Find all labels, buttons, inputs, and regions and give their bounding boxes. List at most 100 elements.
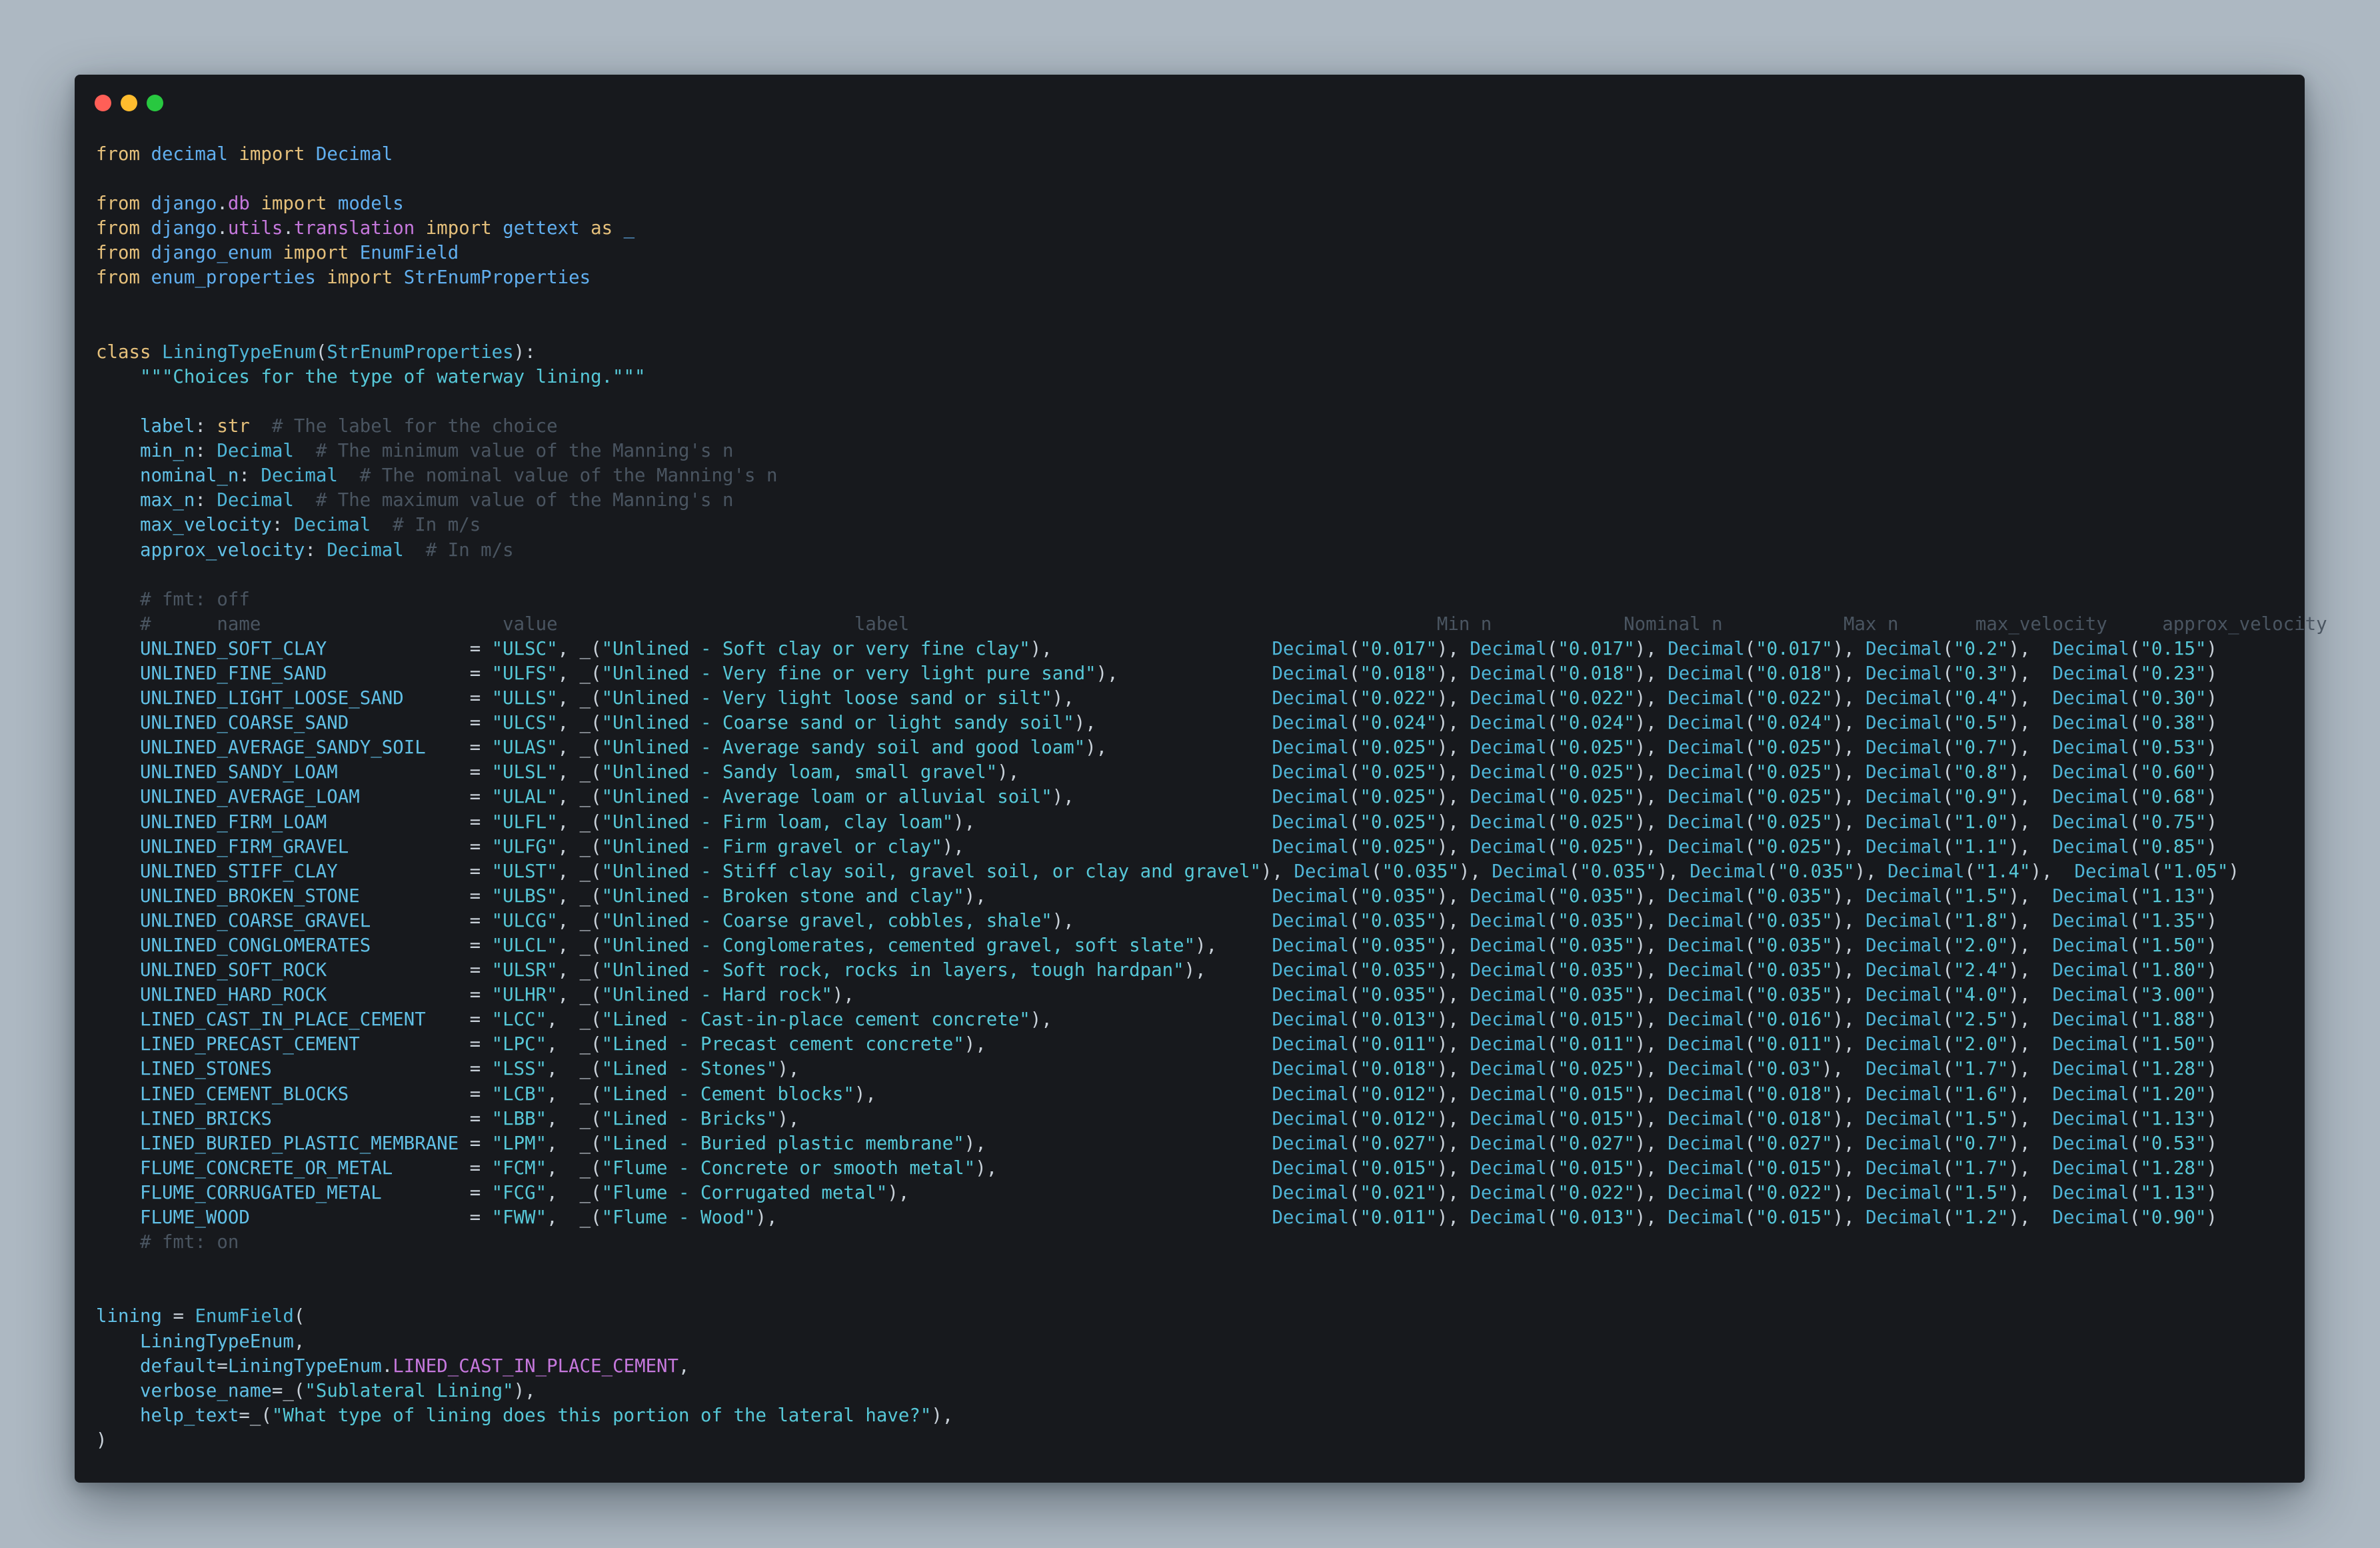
code-token: UNLINED_SOFT_ROCK bbox=[96, 960, 327, 981]
code-token: ( bbox=[1546, 762, 1558, 783]
code-token: = bbox=[337, 762, 492, 783]
code-line: LINED_PRECAST_CEMENT = "LPC", _("Lined -… bbox=[96, 1032, 2327, 1057]
code-token: "0.022" bbox=[1756, 1182, 1833, 1203]
code-token: : bbox=[195, 441, 217, 462]
window-minimize-button[interactable] bbox=[121, 95, 137, 111]
code-token: ), bbox=[2008, 1108, 2053, 1129]
code-token: Decimal bbox=[1668, 762, 1745, 783]
code-token: ) bbox=[2206, 885, 2217, 907]
code-token: : bbox=[195, 490, 217, 511]
code-token: import bbox=[249, 193, 338, 215]
code-token: ( bbox=[1744, 836, 1756, 857]
code-token: "LPM" bbox=[491, 1133, 547, 1154]
code-token: gettext bbox=[503, 218, 580, 239]
code-token: "0.53" bbox=[2140, 737, 2207, 759]
code-token: "0.015" bbox=[1756, 1157, 1833, 1179]
code-token: ( bbox=[1744, 663, 1756, 684]
code-token: ( bbox=[1942, 1083, 1954, 1105]
code-token: ( bbox=[1942, 787, 1954, 808]
code-token: ), bbox=[2008, 663, 2053, 684]
code-token: Decimal bbox=[1668, 985, 1745, 1006]
code-token: ( bbox=[1546, 985, 1558, 1006]
code-token: LiningTypeEnum bbox=[96, 1331, 294, 1352]
code-token: ( bbox=[1546, 1034, 1558, 1055]
code-token: # The maximum value of the Manning's n bbox=[293, 490, 734, 511]
code-token: ( bbox=[2129, 960, 2141, 981]
code-token: "0.022" bbox=[1360, 688, 1437, 709]
code-token: Decimal bbox=[1470, 638, 1547, 659]
code-block: from decimal import Decimal from django.… bbox=[96, 142, 2327, 1453]
code-token: Decimal bbox=[1272, 1009, 1349, 1031]
code-line: from enum_properties import StrEnumPrope… bbox=[96, 265, 2327, 290]
code-token: UNLINED_BROKEN_STONE bbox=[96, 885, 360, 907]
code-token: ), bbox=[1436, 638, 1470, 659]
code-token: "1.7" bbox=[1953, 1157, 2009, 1179]
code-token: ( bbox=[1546, 713, 1558, 734]
code-token: django_enum bbox=[151, 243, 272, 264]
code-token: "1.1" bbox=[1953, 836, 2009, 857]
code-token: "Unlined - Stiff clay soil, gravel soil,… bbox=[601, 861, 1262, 882]
code-token: "0.8" bbox=[1953, 762, 2009, 783]
code-token: Decimal bbox=[2052, 1108, 2129, 1129]
code-token: Decimal bbox=[1668, 1059, 1745, 1080]
code-token: ), bbox=[1096, 663, 1272, 684]
code-token: "Unlined - Very light loose sand or silt… bbox=[601, 688, 1052, 709]
code-token: "0.025" bbox=[1558, 787, 1635, 808]
code-token: LINED_CEMENT_BLOCKS bbox=[96, 1083, 349, 1105]
code-token: "0.035" bbox=[1558, 960, 1635, 981]
code-token: Decimal bbox=[1668, 1083, 1745, 1105]
code-token: Decimal bbox=[1470, 762, 1547, 783]
code-token: ( bbox=[1546, 811, 1558, 833]
code-line: LINED_CEMENT_BLOCKS = "LCB", _("Lined - … bbox=[96, 1082, 2327, 1107]
code-token: "1.20" bbox=[2140, 1083, 2207, 1105]
code-token: "2.5" bbox=[1953, 1009, 2009, 1031]
code-line: from django.utils.translation import get… bbox=[96, 216, 2327, 241]
code-token: , _( bbox=[557, 960, 602, 981]
code-token: "0.025" bbox=[1558, 836, 1635, 857]
code-token: ) bbox=[2206, 1009, 2217, 1031]
code-token: Decimal bbox=[1668, 910, 1745, 931]
code-token: ) bbox=[2206, 663, 2217, 684]
window-zoom-button[interactable] bbox=[147, 95, 163, 111]
code-token: ( bbox=[1348, 663, 1360, 684]
code-line: help_text=_("What type of lining does th… bbox=[96, 1403, 2327, 1428]
code-token: Decimal bbox=[1865, 1133, 1943, 1154]
code-token: ( bbox=[1546, 663, 1558, 684]
code-token: ), bbox=[1436, 960, 1470, 981]
code-token: Decimal bbox=[1865, 1108, 1943, 1129]
code-token: = bbox=[327, 960, 492, 981]
code-token: "0.9" bbox=[1953, 787, 2009, 808]
code-token: "1.5" bbox=[1953, 1108, 2009, 1129]
code-token: ) bbox=[2206, 638, 2217, 659]
code-token: "0.4" bbox=[1953, 688, 2009, 709]
code-token: ) bbox=[2206, 960, 2217, 981]
code-token: = bbox=[359, 1034, 492, 1055]
code-token: "0.035" bbox=[1360, 985, 1437, 1006]
code-token: Decimal bbox=[1865, 811, 1943, 833]
code-token: Decimal bbox=[1865, 910, 1943, 931]
code-token: ), bbox=[2030, 861, 2075, 882]
code-token: ), bbox=[2008, 910, 2053, 931]
code-token: ( bbox=[1546, 885, 1558, 907]
code-token: ), bbox=[1832, 1108, 1866, 1129]
code-token: ), bbox=[1832, 985, 1866, 1006]
code-token: ), bbox=[887, 1182, 1272, 1203]
code-token: "0.017" bbox=[1756, 638, 1833, 659]
code-token: , _( bbox=[557, 836, 602, 857]
code-token: "0.3" bbox=[1953, 663, 2009, 684]
code-token: ) bbox=[2206, 787, 2217, 808]
code-token: import bbox=[415, 218, 503, 239]
code-token: "0.015" bbox=[1558, 1157, 1635, 1179]
code-line: FLUME_CONCRETE_OR_METAL = "FCM", _("Flum… bbox=[96, 1156, 2327, 1181]
code-token: ), bbox=[1052, 787, 1272, 808]
code-token: "0.85" bbox=[2140, 836, 2207, 857]
code-token: ), bbox=[1634, 787, 1668, 808]
code-token: "0.025" bbox=[1756, 737, 1833, 759]
code-token: Decimal bbox=[1470, 1034, 1547, 1055]
code-token: "Unlined - Firm loam, clay loam" bbox=[601, 811, 954, 833]
code-token: "Flume - Wood" bbox=[601, 1207, 756, 1229]
code-token: ( bbox=[1942, 836, 1954, 857]
code-token: "Lined - Bricks" bbox=[601, 1108, 778, 1129]
window-close-button[interactable] bbox=[95, 95, 111, 111]
code-token: "0.035" bbox=[1558, 910, 1635, 931]
